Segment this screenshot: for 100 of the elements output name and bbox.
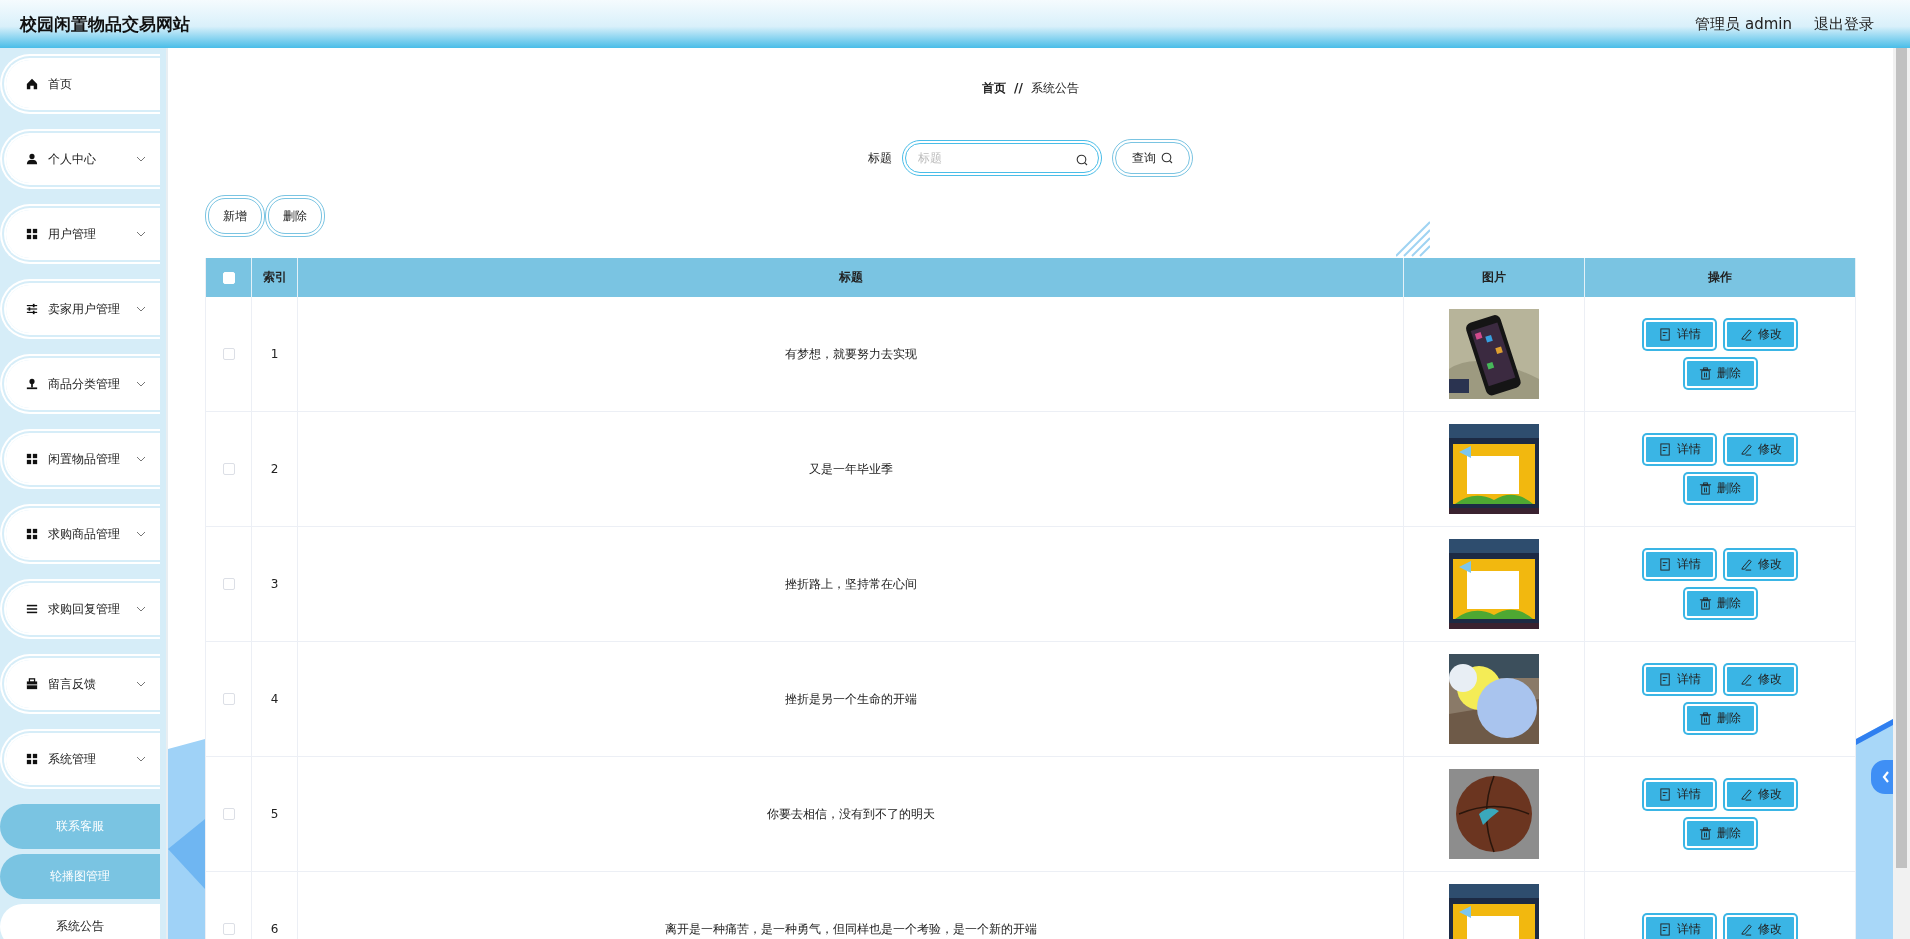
sidebar-item[interactable]: 用户管理 [0,204,160,264]
trash-icon [1699,827,1712,840]
search-icon [1161,152,1173,164]
sidebar-item[interactable]: 留言反馈 [0,654,160,714]
sidebar-item[interactable]: 商品分类管理 [0,354,160,414]
delete-button[interactable]: 删除 [1684,359,1756,388]
grid-icon [26,228,38,240]
chevron-down-icon [136,156,146,162]
chevron-left-icon [1882,771,1890,783]
chevron-down-icon [136,681,146,687]
pencil-icon [1739,673,1753,686]
person-icon [26,378,38,390]
edit-button[interactable]: 修改 [1725,914,1796,939]
edit-button[interactable]: 修改 [1725,435,1796,464]
sidebar-item[interactable]: 系统管理 [0,729,160,789]
sidebar-item[interactable]: 个人中心 [0,129,160,189]
column-header: 图片 [1404,258,1585,297]
briefcase-icon [26,678,38,690]
detail-button[interactable]: 详情 [1644,914,1715,939]
detail-button[interactable]: 详情 [1644,320,1715,349]
document-icon [1658,922,1672,936]
edit-button[interactable]: 修改 [1725,780,1796,809]
table-cell: 有梦想，就要努力去实现 [298,297,1404,412]
toolbar-button[interactable]: 新增 [205,195,265,237]
scrollbar-thumb[interactable] [1896,48,1907,868]
search-icon [1076,154,1088,166]
edit-button[interactable]: 修改 [1725,665,1796,694]
edit-button[interactable]: 修改 [1725,320,1796,349]
sidebar-item[interactable]: 求购商品管理 [0,504,160,564]
detail-button[interactable]: 详情 [1644,550,1715,579]
table-cell: 你要去相信，没有到不了的明天 [298,757,1404,872]
row-checkbox[interactable] [222,348,235,360]
breadcrumb-current: 系统公告 [1030,79,1079,97]
delete-button[interactable]: 删除 [1684,589,1756,618]
sliders-icon [26,303,38,315]
pencil-icon [1739,922,1753,936]
table-cell: 1 [252,297,298,412]
column-header: 操作 [1585,258,1856,297]
table-cell: 挫折路上，坚持常在心间 [298,527,1404,642]
select-all-checkbox[interactable] [222,271,235,284]
query-button[interactable]: 查询 [1112,139,1193,177]
pencil-icon [1739,328,1753,341]
table-cell: 4 [252,642,298,757]
document-icon [1658,328,1672,341]
trash-icon [1699,482,1712,495]
sidebar-item[interactable]: 首页 [0,54,160,114]
home-icon [26,78,38,90]
list-icon [26,603,38,615]
row-checkbox[interactable] [222,923,235,935]
row-checkbox[interactable] [222,808,235,820]
breadcrumb-separator: // [1014,81,1023,95]
submenu-item[interactable]: 系统公告 [0,904,160,939]
sidebar-item[interactable]: 求购回复管理 [0,579,160,639]
edit-button[interactable]: 修改 [1725,550,1796,579]
document-icon [1658,673,1672,686]
chevron-down-icon [136,231,146,237]
chevron-down-icon [136,456,146,462]
sidebar-item[interactable]: 卖家用户管理 [0,279,160,339]
collapse-tab[interactable] [1871,760,1893,794]
user-label: 管理员 admin [1695,14,1792,34]
chevron-down-icon [136,531,146,537]
scrollbar[interactable] [1893,48,1910,939]
pencil-icon [1739,558,1753,571]
pencil-icon [1739,788,1753,801]
table-cell: 又是一年毕业季 [298,412,1404,527]
hatch-decoration [1396,218,1430,258]
row-checkbox[interactable] [222,578,235,590]
detail-button[interactable]: 详情 [1644,780,1715,809]
detail-button[interactable]: 详情 [1644,665,1715,694]
logout-link[interactable]: 退出登录 [1814,14,1874,34]
document-icon [1658,558,1672,571]
table-cell: 2 [252,412,298,527]
column-header: 索引 [252,258,298,297]
grid-icon [26,753,38,765]
delete-button[interactable]: 删除 [1684,704,1756,733]
delete-button[interactable]: 删除 [1684,474,1756,503]
search-label: 标题 [868,149,892,167]
document-icon [1658,788,1672,801]
row-checkbox[interactable] [222,693,235,705]
row-checkbox[interactable] [222,463,235,475]
document-icon [1658,443,1672,456]
table-cell: 3 [252,527,298,642]
chevron-down-icon [136,306,146,312]
user-icon [26,153,38,165]
trash-icon [1699,712,1712,725]
table-cell: 离开是一种痛苦，是一种勇气，但同样也是一个考验，是一个新的开端 [298,872,1404,939]
table-cell: 5 [252,757,298,872]
toolbar-button[interactable]: 删除 [265,195,325,237]
chevron-down-icon [136,606,146,612]
grid-icon [26,453,38,465]
trash-icon [1699,367,1712,380]
delete-button[interactable]: 删除 [1684,819,1756,848]
detail-button[interactable]: 详情 [1644,435,1715,464]
table-cell: 6 [252,872,298,939]
column-header: 标题 [298,258,1404,297]
sidebar-item[interactable]: 闲置物品管理 [0,429,160,489]
search-field[interactable]: 标题 [902,140,1102,176]
grid-icon [26,528,38,540]
breadcrumb-link[interactable]: 首页 [982,79,1007,97]
trash-icon [1699,597,1712,610]
